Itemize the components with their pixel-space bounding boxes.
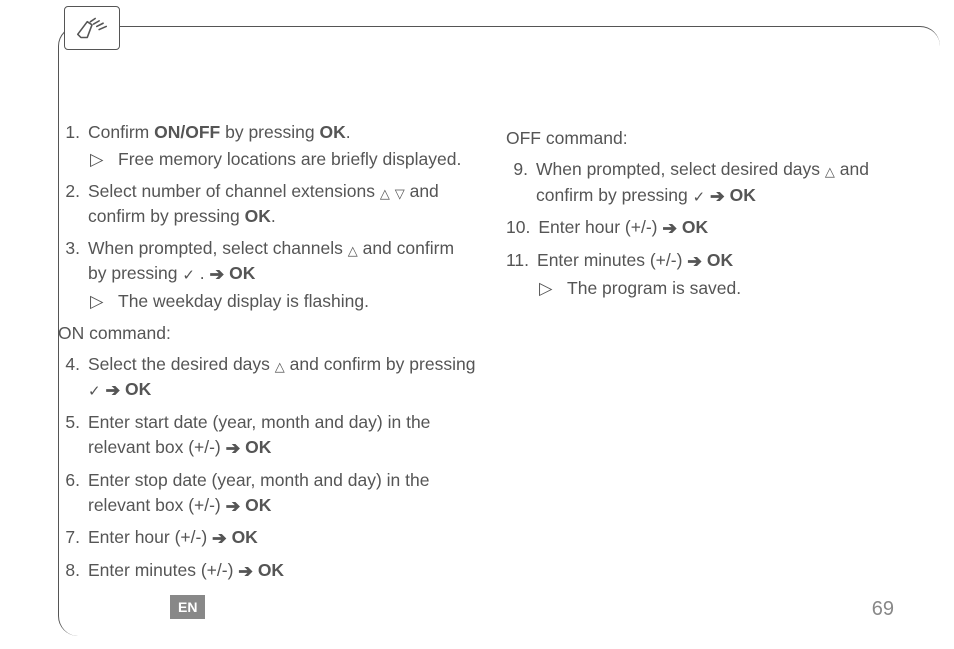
item-body: Confirm ON/OFF by pressing OK.▷Free memo… bbox=[88, 120, 476, 173]
item-body: Enter hour (+/-) ➔ OK bbox=[88, 525, 476, 551]
list-item: 10.Enter hour (+/-) ➔ OK bbox=[506, 215, 924, 241]
result-text: Free memory locations are briefly displa… bbox=[118, 147, 461, 172]
bold-text: OK bbox=[682, 217, 708, 237]
bold-text: OK bbox=[730, 185, 756, 205]
check-icon: ✓ bbox=[182, 265, 195, 287]
bold-text: OK bbox=[125, 379, 151, 399]
arrow-icon: ➔ bbox=[212, 526, 227, 551]
list-on: 4.Select the desired days △ and confirm … bbox=[58, 352, 476, 584]
bold-text: OK bbox=[232, 527, 258, 547]
item-text: Confirm ON/OFF by pressing OK. bbox=[88, 120, 476, 145]
off-command-label: OFF command: bbox=[506, 126, 924, 151]
bold-text: OK bbox=[245, 495, 271, 515]
up-triangle-icon: △ bbox=[380, 185, 390, 204]
item-body: When prompted, select desired days △ and… bbox=[536, 157, 924, 209]
item-number: 1. bbox=[58, 120, 88, 173]
item-text: Enter minutes (+/-) ➔ OK bbox=[537, 248, 924, 274]
list-off: 9.When prompted, select desired days △ a… bbox=[506, 157, 924, 301]
result-line: ▷Free memory locations are briefly displ… bbox=[88, 147, 476, 172]
result-line: ▷The program is saved. bbox=[537, 276, 924, 301]
item-body: Select the desired days △ and confirm by… bbox=[88, 352, 476, 404]
arrow-icon: ➔ bbox=[662, 216, 677, 241]
result-line: ▷The weekday display is flashing. bbox=[88, 289, 476, 314]
list-item: 3.When prompted, select channels △ and c… bbox=[58, 236, 476, 315]
on-command-label: ON command: bbox=[58, 321, 476, 346]
list-initial: 1.Confirm ON/OFF by pressing OK.▷Free me… bbox=[58, 120, 476, 315]
list-item: 7.Enter hour (+/-) ➔ OK bbox=[58, 525, 476, 551]
bold-text: OK bbox=[707, 250, 733, 270]
item-number: 4. bbox=[58, 352, 88, 404]
content-columns: 1.Confirm ON/OFF by pressing OK.▷Free me… bbox=[58, 120, 924, 590]
thumb-icon bbox=[64, 6, 120, 50]
list-item: 2.Select number of channel extensions △ … bbox=[58, 179, 476, 230]
up-triangle-icon: △ bbox=[825, 163, 835, 182]
page-number: 69 bbox=[872, 598, 894, 621]
item-number: 6. bbox=[58, 468, 88, 520]
list-item: 8.Enter minutes (+/-) ➔ OK bbox=[58, 558, 476, 584]
list-item: 9.When prompted, select desired days △ a… bbox=[506, 157, 924, 209]
item-text: Enter start date (year, month and day) i… bbox=[88, 410, 476, 462]
item-body: When prompted, select channels △ and con… bbox=[88, 236, 476, 315]
bold-text: ON/OFF bbox=[154, 122, 220, 142]
bold-text: OK bbox=[245, 437, 271, 457]
item-text: When prompted, select channels △ and con… bbox=[88, 236, 476, 288]
item-body: Enter stop date (year, month and day) in… bbox=[88, 468, 476, 520]
list-item: 4.Select the desired days △ and confirm … bbox=[58, 352, 476, 404]
result-marker-icon: ▷ bbox=[537, 276, 567, 301]
item-number: 9. bbox=[506, 157, 536, 209]
item-body: Enter minutes (+/-) ➔ OK▷The program is … bbox=[537, 248, 924, 302]
item-text: Enter stop date (year, month and day) in… bbox=[88, 468, 476, 520]
bold-text: OK bbox=[258, 560, 284, 580]
list-item: 11.Enter minutes (+/-) ➔ OK▷The program … bbox=[506, 248, 924, 302]
arrow-icon: ➔ bbox=[105, 378, 120, 403]
result-text: The weekday display is flashing. bbox=[118, 289, 369, 314]
item-number: 10. bbox=[506, 215, 538, 241]
result-marker-icon: ▷ bbox=[88, 289, 118, 314]
item-body: Select number of channel extensions △ ▽ … bbox=[88, 179, 476, 230]
arrow-icon: ➔ bbox=[238, 559, 253, 584]
result-marker-icon: ▷ bbox=[88, 147, 118, 172]
right-column: OFF command: 9.When prompted, select des… bbox=[506, 120, 924, 590]
item-text: Select the desired days △ and confirm by… bbox=[88, 352, 476, 404]
item-number: 11. bbox=[506, 248, 537, 302]
down-triangle-icon: ▽ bbox=[395, 185, 405, 204]
item-body: Enter hour (+/-) ➔ OK bbox=[538, 215, 924, 241]
check-icon: ✓ bbox=[693, 187, 706, 209]
item-text: When prompted, select desired days △ and… bbox=[536, 157, 924, 209]
arrow-icon: ➔ bbox=[687, 249, 702, 274]
check-icon: ✓ bbox=[88, 381, 101, 403]
bold-text: OK bbox=[319, 122, 345, 142]
list-item: 1.Confirm ON/OFF by pressing OK.▷Free me… bbox=[58, 120, 476, 173]
item-body: Enter start date (year, month and day) i… bbox=[88, 410, 476, 462]
item-text: Enter hour (+/-) ➔ OK bbox=[538, 215, 924, 241]
arrow-icon: ➔ bbox=[710, 184, 725, 209]
item-number: 5. bbox=[58, 410, 88, 462]
list-item: 6.Enter stop date (year, month and day) … bbox=[58, 468, 476, 520]
item-text: Select number of channel extensions △ ▽ … bbox=[88, 179, 476, 230]
language-badge: EN bbox=[170, 595, 205, 619]
arrow-icon: ➔ bbox=[226, 494, 241, 519]
list-item: 5.Enter start date (year, month and day)… bbox=[58, 410, 476, 462]
arrow-icon: ➔ bbox=[226, 436, 241, 461]
arrow-icon: ➔ bbox=[210, 262, 225, 287]
up-triangle-icon: △ bbox=[348, 242, 358, 261]
item-number: 3. bbox=[58, 236, 88, 315]
item-number: 7. bbox=[58, 525, 88, 551]
result-text: The program is saved. bbox=[567, 276, 741, 301]
item-text: Enter minutes (+/-) ➔ OK bbox=[88, 558, 476, 584]
item-body: Enter minutes (+/-) ➔ OK bbox=[88, 558, 476, 584]
up-triangle-icon: △ bbox=[275, 358, 285, 377]
bold-text: OK bbox=[229, 263, 255, 283]
item-number: 8. bbox=[58, 558, 88, 584]
item-number: 2. bbox=[58, 179, 88, 230]
left-column: 1.Confirm ON/OFF by pressing OK.▷Free me… bbox=[58, 120, 476, 590]
bold-text: OK bbox=[245, 206, 271, 226]
item-text: Enter hour (+/-) ➔ OK bbox=[88, 525, 476, 551]
